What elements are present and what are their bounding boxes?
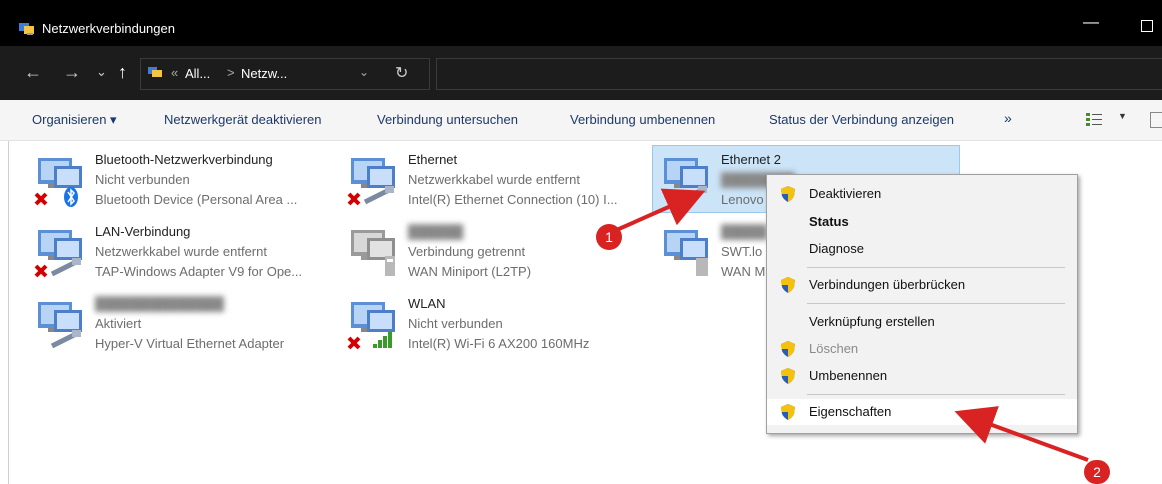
breadcrumb-separator[interactable]: > xyxy=(227,65,235,80)
menu-item-label: Eigenschaften xyxy=(809,404,892,419)
rename-connection-button[interactable]: Verbindung umbenennen xyxy=(570,112,715,127)
maximize-button[interactable] xyxy=(1141,20,1153,32)
wifi-network-icon xyxy=(347,302,395,350)
ethernet-network-icon xyxy=(34,230,82,278)
menu-separator xyxy=(807,394,1065,395)
menu-item-status[interactable]: Status xyxy=(767,209,1077,235)
menu-separator xyxy=(807,303,1065,304)
recent-locations-dropdown[interactable]: ⌄ xyxy=(96,64,107,80)
ethernet-network-icon xyxy=(38,302,82,349)
network-folder-icon xyxy=(148,67,162,77)
annotation-badge-2: 2 xyxy=(1084,460,1110,484)
menu-item-deactivate[interactable]: Deaktivieren xyxy=(767,181,1077,207)
address-dropdown[interactable]: ⌄ xyxy=(359,65,369,79)
menu-item-label: Verbindungen überbrücken xyxy=(809,277,966,292)
menu-item-properties[interactable]: Eigenschaften xyxy=(767,399,1077,425)
connection-name-redacted: ██████ xyxy=(408,224,464,239)
connection-item[interactable]: ██████████████ Aktiviert Hyper-V Virtual… xyxy=(32,294,332,364)
connection-name: Ethernet 2 xyxy=(721,152,781,167)
connection-name-redacted: ██████████████ xyxy=(95,296,224,311)
connection-name: LAN-Verbindung xyxy=(95,224,191,239)
connection-item[interactable]: █████ SWT.lo WAN M xyxy=(658,222,778,292)
connection-item[interactable]: Ethernet Netzwerkkabel wurde entfernt In… xyxy=(345,150,645,220)
back-button[interactable]: ← xyxy=(24,62,42,83)
minimize-button[interactable]: — xyxy=(1083,14,1099,32)
change-view-icon[interactable] xyxy=(1086,112,1102,126)
menu-item-delete[interactable]: Löschen xyxy=(767,336,1077,362)
uac-shield-icon xyxy=(781,186,795,202)
connection-name-redacted: █████ xyxy=(721,224,768,239)
breadcrumb-segment[interactable]: Netzw... xyxy=(241,66,287,81)
menu-item-label: Löschen xyxy=(809,341,859,356)
address-bar[interactable]: « All... > Netzw... ⌄ ↻ xyxy=(140,58,430,90)
connection-item[interactable]: WLAN Nicht verbunden Intel(R) Wi-Fi 6 AX… xyxy=(345,294,645,364)
ethernet-network-icon xyxy=(664,158,708,205)
menu-item-create-shortcut[interactable]: Verknüpfung erstellen xyxy=(767,309,1077,335)
search-input[interactable] xyxy=(436,58,1162,90)
connection-status: Nicht verbunden xyxy=(95,172,190,187)
uac-shield-icon xyxy=(781,368,795,384)
menu-item-label: Deaktivieren xyxy=(809,186,882,201)
context-menu: Deaktivieren Status Diagnose Verbindunge… xyxy=(766,174,1078,434)
connection-status: Aktiviert xyxy=(95,316,142,331)
ethernet-network-icon xyxy=(664,230,708,276)
connection-status: Netzwerkkabel wurde entfernt xyxy=(95,244,267,259)
path-overflow[interactable]: « xyxy=(171,65,178,80)
pane-border xyxy=(8,141,9,484)
forward-button[interactable]: → xyxy=(63,62,81,83)
connection-item[interactable]: Bluetooth-Netzwerkverbindung Nicht verbu… xyxy=(32,150,332,220)
connection-device: WAN Miniport (L2TP) xyxy=(408,264,532,279)
connection-device: Intel(R) Ethernet Connection (10) I... xyxy=(408,192,618,207)
annotation-badge-1: 1 xyxy=(596,224,622,250)
organize-menu[interactable]: Organisieren ▾ xyxy=(32,112,117,128)
uac-shield-icon xyxy=(781,404,795,420)
menu-item-label: Umbenennen xyxy=(809,368,888,383)
refresh-button[interactable]: ↻ xyxy=(395,63,408,83)
uac-shield-icon xyxy=(781,277,795,293)
connection-device: Bluetooth Device (Personal Area ... xyxy=(95,192,298,207)
address-row: ← → ⌄ ↑ « All... > Netzw... ⌄ ↻ xyxy=(0,46,1162,100)
menu-item-label: Verknüpfung erstellen xyxy=(809,314,935,329)
network-connections-window: Netzwerkverbindungen — ← → ⌄ ↑ « All... … xyxy=(0,0,1162,484)
menu-separator xyxy=(807,267,1065,268)
view-status-button[interactable]: Status der Verbindung anzeigen xyxy=(769,112,954,127)
disable-device-button[interactable]: Netzwerkgerät deaktivieren xyxy=(164,112,322,127)
bluetooth-network-icon xyxy=(34,158,82,207)
menu-item-label: Status xyxy=(809,214,849,229)
ethernet-network-icon xyxy=(347,158,395,206)
connection-status: Verbindung getrennt xyxy=(408,244,526,259)
breadcrumb-segment[interactable]: All... xyxy=(185,66,210,81)
connection-item[interactable]: LAN-Verbindung Netzwerkkabel wurde entfe… xyxy=(32,222,332,292)
menu-item-diagnose[interactable]: Diagnose xyxy=(767,236,1077,262)
title-bar: Netzwerkverbindungen — xyxy=(0,0,1162,46)
menu-item-label: Diagnose xyxy=(809,241,864,256)
connection-device: WAN M xyxy=(721,264,766,279)
menu-item-rename[interactable]: Umbenennen xyxy=(767,363,1077,389)
uac-shield-icon xyxy=(781,341,795,357)
connection-status: Nicht verbunden xyxy=(408,316,503,331)
connection-status: Netzwerkkabel wurde entfernt xyxy=(408,172,580,187)
network-folder-icon xyxy=(19,23,34,35)
up-button[interactable]: ↑ xyxy=(118,62,127,83)
menu-item-bridge-connections[interactable]: Verbindungen überbrücken xyxy=(767,272,1077,298)
connection-device: Intel(R) Wi-Fi 6 AX200 160MHz xyxy=(408,336,590,351)
connection-name: WLAN xyxy=(408,296,446,311)
preview-pane-icon[interactable] xyxy=(1150,112,1162,128)
connection-name: Ethernet xyxy=(408,152,458,167)
view-options-dropdown[interactable]: ▼ xyxy=(1118,111,1127,121)
diagnose-connection-button[interactable]: Verbindung untersuchen xyxy=(377,112,518,127)
window-title: Netzwerkverbindungen xyxy=(42,21,175,36)
wan-network-icon xyxy=(351,230,395,276)
connection-name: Bluetooth-Netzwerkverbindung xyxy=(95,152,273,167)
connection-device: Hyper-V Virtual Ethernet Adapter xyxy=(95,336,285,351)
more-commands-button[interactable]: » xyxy=(1004,110,1012,126)
connection-status: SWT.lo xyxy=(721,244,763,259)
command-bar: Organisieren ▾ Netzwerkgerät deaktiviere… xyxy=(0,100,1162,141)
connection-device: TAP-Windows Adapter V9 for Ope... xyxy=(95,264,303,279)
